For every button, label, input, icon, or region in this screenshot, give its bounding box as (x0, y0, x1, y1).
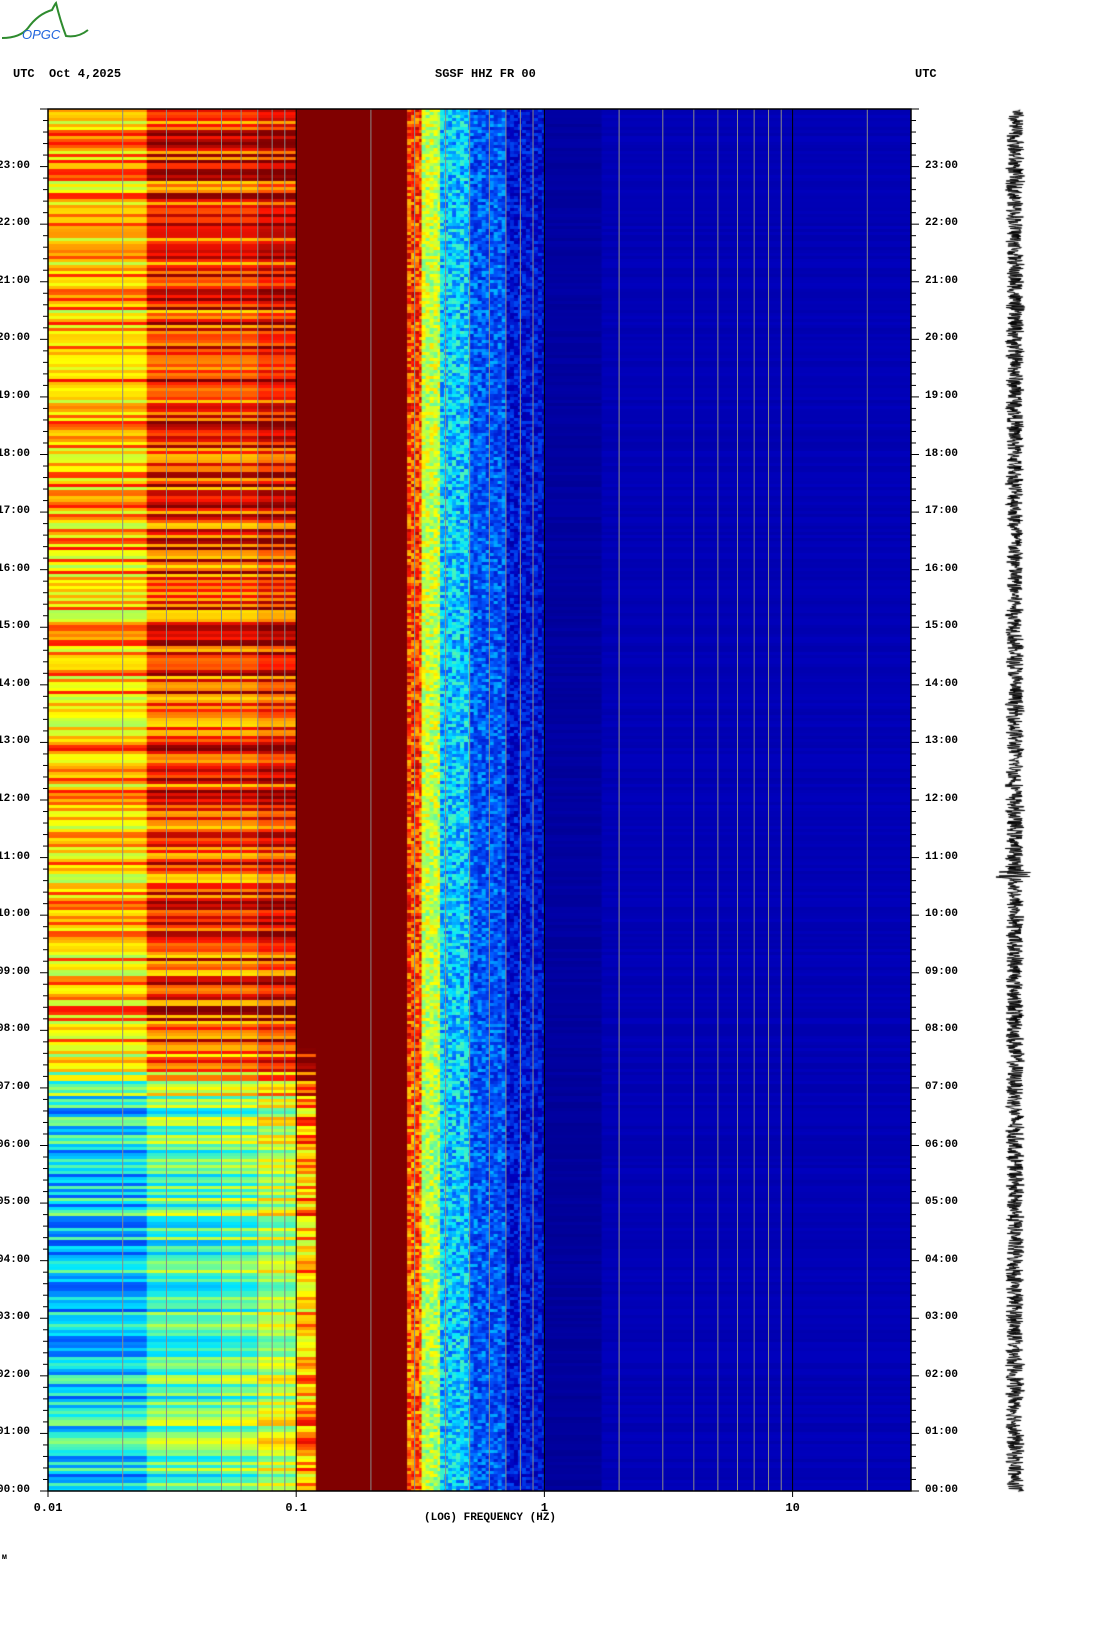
y-tick-label-left: 17:00 (0, 505, 31, 518)
seismogram-trace (990, 100, 1040, 1500)
y-tick-label-right: 15:00 (925, 620, 959, 633)
y-tick-label-left: 02:00 (0, 1368, 31, 1381)
y-tick-label-right: 03:00 (925, 1311, 959, 1324)
y-tick-label-right: 07:00 (925, 1080, 959, 1093)
y-tick-label-right: 09:00 (925, 965, 959, 978)
y-tick-label-left: 00:00 (0, 1484, 31, 1496)
y-tick-label-left: 18:00 (0, 447, 31, 460)
y-tick-label-right: 20:00 (925, 332, 959, 345)
y-tick-label-left: 11:00 (0, 850, 31, 863)
y-tick-label-left: 03:00 (0, 1311, 31, 1324)
y-tick-label-left: 19:00 (0, 389, 31, 402)
y-tick-label-left: 12:00 (0, 793, 31, 805)
y-tick-label-right: 18:00 (925, 447, 959, 460)
y-tick-label-left: 01:00 (0, 1426, 31, 1439)
y-tick-label-right: 11:00 (925, 850, 959, 863)
y-tick-label-left: 16:00 (0, 562, 31, 575)
y-tick-label-right: 22:00 (925, 217, 959, 230)
y-tick-label-left: 07:00 (0, 1080, 31, 1093)
y-tick-label-right: 23:00 (925, 159, 959, 172)
y-tick-label-right: 17:00 (925, 505, 959, 518)
y-tick-label-right: 13:00 (925, 735, 959, 748)
y-tick-label-left: 23:00 (0, 159, 31, 172)
footer-mark: ᴍ (2, 1553, 7, 1562)
y-tick-label-right: 14:00 (925, 677, 959, 690)
y-tick-label-left: 05:00 (0, 1196, 31, 1209)
y-tick-label-right: 06:00 (925, 1138, 959, 1151)
y-tick-label-right: 08:00 (925, 1023, 959, 1036)
y-tick-label-left: 15:00 (0, 620, 31, 633)
y-tick-label-right: 19:00 (925, 389, 959, 402)
y-tick-label-right: 01:00 (925, 1426, 959, 1439)
x-tick-label: 10 (785, 1501, 800, 1515)
y-tick-label-left: 13:00 (0, 735, 31, 748)
y-tick-label-left: 22:00 (0, 217, 31, 230)
y-tick-label-left: 20:00 (0, 332, 31, 345)
y-tick-label-left: 08:00 (0, 1023, 31, 1036)
y-tick-label-right: 16:00 (925, 562, 959, 575)
plot-axes (40, 108, 919, 1497)
y-tick-label-left: 14:00 (0, 677, 31, 690)
y-tick-label-right: 00:00 (925, 1484, 959, 1496)
x-tick-label: 0.01 (33, 1501, 63, 1515)
y-tick-label-right: 05:00 (925, 1196, 959, 1209)
y-tick-label-right: 02:00 (925, 1368, 959, 1381)
y-tick-label-left: 10:00 (0, 908, 31, 921)
y-tick-label-left: 21:00 (0, 274, 31, 287)
y-tick-label-left: 04:00 (0, 1253, 31, 1266)
y-tick-label-left: 09:00 (0, 965, 31, 978)
x-tick-label: 0.1 (285, 1501, 307, 1515)
y-tick-label-right: 12:00 (925, 793, 959, 805)
y-tick-label-right: 04:00 (925, 1253, 959, 1266)
x-axis-label: (LOG) FREQUENCY (HZ) (424, 1512, 557, 1524)
y-tick-label-right: 21:00 (925, 274, 959, 287)
y-tick-label-right: 10:00 (925, 908, 959, 921)
y-tick-label-left: 06:00 (0, 1138, 31, 1151)
